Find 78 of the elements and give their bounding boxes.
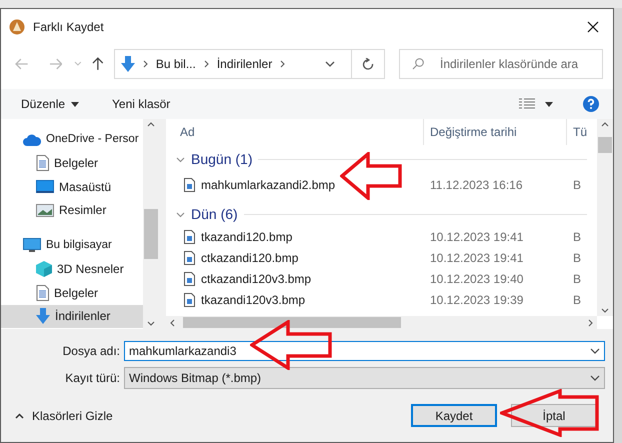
chevron-down-icon	[590, 375, 600, 381]
scrollbar-thumb[interactable]	[144, 209, 158, 259]
date-cell-text: 11.12.2023 16:16	[429, 177, 524, 194]
date-cell-text: 10.12.2023 19:40	[429, 270, 524, 288]
type-cell-text: B	[572, 228, 582, 246]
chevron-up-icon	[15, 412, 24, 418]
app-icon	[9, 19, 25, 35]
image-file-icon	[184, 292, 195, 306]
download-arrow-icon	[120, 56, 135, 72]
help-icon[interactable]	[583, 96, 599, 112]
type-cell-text: B	[572, 250, 582, 266]
date-cell-text: 10.12.2023 19:41	[429, 228, 524, 246]
cube-icon	[36, 261, 52, 278]
breadcrumb[interactable]: İndirilenler	[216, 55, 272, 73]
date-cell-text: 10.12.2023 19:39	[429, 292, 524, 308]
picture-icon	[36, 204, 54, 217]
search-icon	[412, 58, 424, 70]
window-title: Farklı Kaydet	[33, 19, 104, 36]
close-icon[interactable]	[587, 21, 599, 33]
scrollbar-thumb[interactable]	[183, 317, 401, 328]
type-cell-text: B	[572, 177, 582, 194]
horizontal-scrollbar[interactable]	[166, 316, 597, 329]
computer-icon	[23, 238, 41, 254]
chevron-down-icon[interactable]	[590, 348, 600, 354]
file-name[interactable]: mahkumlarkazandi2.bmp	[201, 176, 336, 194]
dialog-button[interactable]: Kaydet	[411, 404, 497, 427]
up-arrow-icon[interactable]	[92, 57, 104, 71]
date-cell-text: 10.12.2023 19:41	[429, 250, 524, 266]
group-header[interactable]: Bugün (1)	[191, 148, 252, 170]
breadcrumb[interactable]: Bu bil...	[156, 55, 196, 73]
search-box[interactable]: İndirilenler klasöründe ara	[399, 49, 603, 79]
file-name[interactable]: tkazandi120.bmp	[201, 228, 292, 246]
column-header[interactable]: Değiştirme tarihi	[424, 119, 567, 145]
document-icon	[36, 155, 49, 172]
caret-icon	[71, 102, 80, 106]
column-header[interactable]: Ad	[166, 119, 424, 145]
group-header[interactable]: Dün (6)	[191, 204, 238, 224]
view-options-icon[interactable]	[519, 98, 535, 110]
desktop-icon	[36, 180, 54, 194]
chevron-right-icon[interactable]	[280, 60, 286, 68]
file-name[interactable]: ctkazandi120v3.bmp	[201, 270, 312, 288]
cloud-icon	[23, 134, 41, 146]
image-file-icon	[184, 230, 195, 244]
sidebar-item[interactable]: Bu bilgisayar	[1, 234, 143, 258]
document-icon	[36, 284, 49, 301]
file-type-dropdown[interactable]: Windows Bitmap (*.bmp)	[124, 367, 605, 389]
chevron-down-icon[interactable]	[325, 61, 335, 67]
refresh-icon	[362, 58, 374, 70]
image-file-icon	[184, 178, 195, 192]
chevron-right-icon[interactable]	[142, 60, 148, 68]
type-cell-text: B	[572, 270, 582, 288]
chevron-right-icon[interactable]	[204, 60, 209, 68]
arrow-drawing	[340, 152, 402, 200]
address-bar[interactable]: Bu bil... İndirilenler	[114, 49, 385, 79]
sidebar-item[interactable]: OneDrive - Persor	[1, 128, 143, 152]
caret-icon[interactable]	[545, 102, 553, 106]
file-name[interactable]: ctkazandi120.bmp	[201, 248, 298, 266]
type-cell-text: B	[572, 292, 582, 308]
file-type-label: Kayıt türü:	[64, 370, 121, 387]
search-field[interactable]: İndirilenler klasöründe ara	[440, 55, 590, 73]
sidebar-item[interactable]: Resimler	[1, 198, 143, 222]
scrollbar[interactable]	[597, 119, 613, 316]
file-name[interactable]: tkazandi120v3.bmp	[201, 290, 306, 308]
sidebar-item[interactable]: 3D Nesneler	[1, 258, 143, 281]
new-folder-button[interactable]: Yeni klasör	[112, 95, 170, 113]
image-file-icon	[184, 272, 195, 286]
sidebar-item[interactable]: İndirilenler	[1, 304, 143, 328]
sidebar-item[interactable]: Masaüstü	[1, 175, 143, 198]
scrollbar-thumb[interactable]	[598, 137, 612, 153]
sidebar-item[interactable]: Belgeler	[1, 152, 143, 175]
image-file-icon	[184, 250, 195, 264]
column-header[interactable]: Tü	[567, 119, 593, 145]
filename-label: Dosya adı:	[62, 343, 121, 360]
organize-menu-button[interactable]: Düzenle	[21, 95, 80, 113]
sidebar-item[interactable]: Belgeler	[1, 281, 143, 304]
dialog-button[interactable]: İptal	[511, 404, 597, 427]
hide-folders-button[interactable]: Klasörleri Gizle	[15, 406, 113, 424]
download-arrow-icon	[36, 308, 50, 324]
